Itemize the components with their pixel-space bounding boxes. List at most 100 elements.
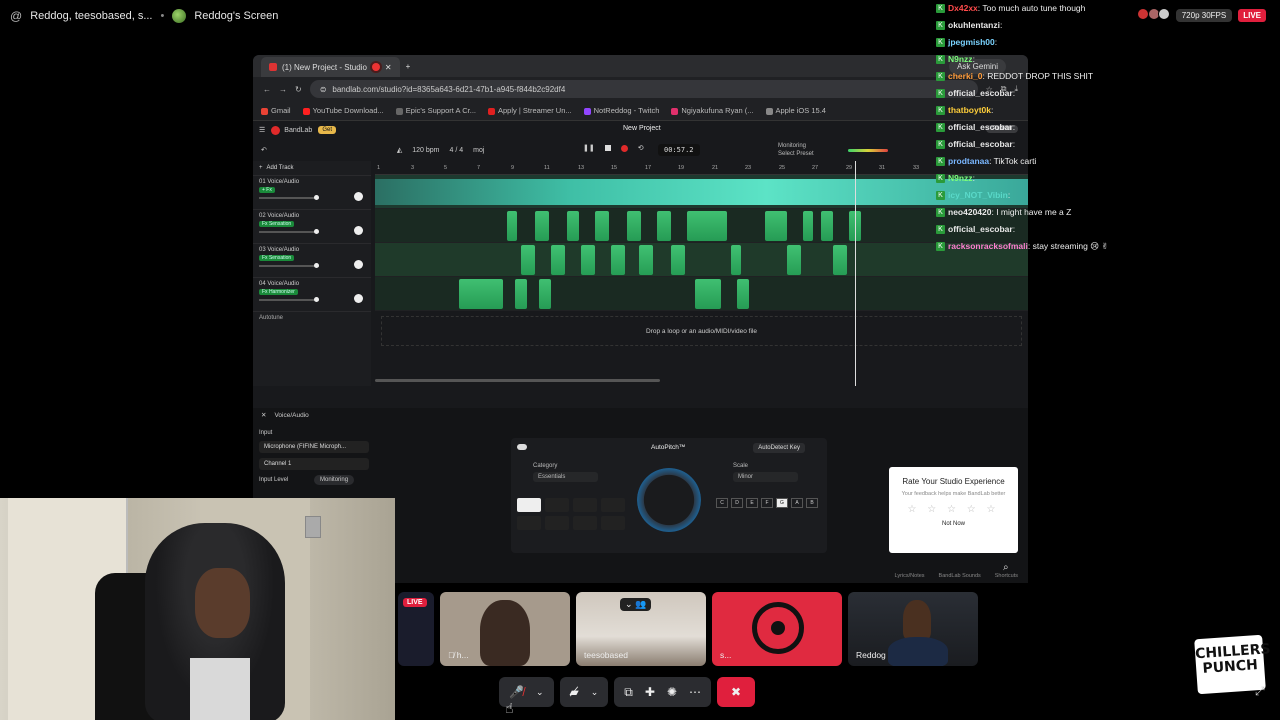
audio-clip[interactable]: [687, 211, 727, 241]
audio-clip[interactable]: [375, 179, 1028, 205]
preset-button[interactable]: [545, 498, 569, 512]
chevron-down-icon[interactable]: ⌄: [536, 687, 544, 698]
chat-username[interactable]: N9nzz: [948, 173, 973, 183]
loop-icon[interactable]: ⟲: [638, 144, 644, 152]
preset-button[interactable]: [601, 516, 625, 530]
chat-username[interactable]: jpegmish00: [948, 37, 995, 47]
bandlab-sounds-button[interactable]: BandLab Sounds: [939, 573, 981, 579]
monitoring-toggle[interactable]: Monitoring: [314, 475, 355, 485]
chat-username[interactable]: prodtanaa: [948, 156, 989, 166]
autodetect-key-button[interactable]: AutoDetect Key: [753, 443, 805, 453]
fx-chip[interactable]: + Fx: [259, 187, 275, 193]
shortcuts-button[interactable]: Shortcuts: [995, 573, 1018, 579]
site-info-icon[interactable]: ⊜: [320, 85, 327, 94]
call-name[interactable]: Reddog, teesobased, s...: [30, 10, 152, 22]
chat-username[interactable]: cherki_0: [948, 71, 983, 81]
participant-tile[interactable]: Reddog: [848, 592, 978, 666]
preset-button[interactable]: [601, 498, 625, 512]
zoom-icon[interactable]: ⌕: [1003, 562, 1009, 573]
volume-slider[interactable]: [259, 229, 319, 234]
address-field[interactable]: ⊜ bandlab.com/studio?id=8365a643-6d21-47…: [309, 80, 978, 98]
chat-username[interactable]: N9nzz: [948, 54, 973, 64]
audio-clip[interactable]: [737, 279, 749, 309]
chat-username[interactable]: neo420420: [948, 207, 991, 217]
key-field[interactable]: moj: [473, 147, 484, 154]
timeline-ruler[interactable]: 1 3 5 7 9 11 13 15 17 19 21 23 25 27 29 …: [375, 161, 1028, 175]
audio-clip[interactable]: [627, 211, 641, 241]
track-lane[interactable]: [375, 209, 1028, 243]
timeline[interactable]: 1 3 5 7 9 11 13 15 17 19 21 23 25 27 29 …: [375, 161, 1028, 386]
screen-share-icon[interactable]: ⧉: [624, 685, 633, 700]
preset-classic[interactable]: [517, 498, 541, 512]
fx-chip[interactable]: Fx Sensation: [259, 221, 295, 227]
preset-button[interactable]: [545, 516, 569, 530]
key-f[interactable]: F: [761, 498, 773, 508]
fx-chip[interactable]: Fx Harmonizer: [259, 289, 298, 295]
chat-username[interactable]: thatboyt0k: [948, 105, 991, 115]
bookmark-epic-support[interactable]: Epic's Support A Cr...: [395, 106, 476, 115]
close-tab-icon[interactable]: ✕: [385, 63, 392, 72]
audio-clip[interactable]: [581, 245, 595, 275]
volume-slider[interactable]: [259, 263, 319, 268]
chat-username[interactable]: official_escobar: [948, 88, 1013, 98]
master-level-meter[interactable]: [848, 149, 888, 152]
chat-username[interactable]: official_escobar: [948, 139, 1013, 149]
rating-stars[interactable]: ☆ ☆ ☆ ☆ ☆: [889, 504, 1018, 515]
pan-knob[interactable]: [354, 294, 363, 303]
reload-icon[interactable]: ↻: [295, 85, 302, 94]
audio-clip[interactable]: [611, 245, 625, 275]
track-header[interactable]: 04 Voice/Audio Fx Harmonizer: [253, 277, 371, 311]
track-lane[interactable]: [375, 175, 1028, 209]
monitoring-select[interactable]: Monitoring Select Preset: [778, 142, 814, 158]
audio-clip[interactable]: [507, 211, 517, 241]
key-a[interactable]: A: [791, 498, 803, 508]
participant-tile[interactable]: s...: [712, 592, 842, 666]
category-select[interactable]: Essentials: [533, 472, 598, 482]
activities-icon[interactable]: ✚: [645, 685, 655, 699]
flavor-dial[interactable]: [637, 468, 701, 532]
time-signature[interactable]: 4 / 4: [450, 147, 464, 154]
audio-clip[interactable]: [731, 245, 741, 275]
audio-clip[interactable]: [833, 245, 847, 275]
lyrics-notes-button[interactable]: Lyrics/Notes: [894, 573, 924, 579]
new-tab-button[interactable]: +: [406, 62, 411, 71]
preset-button[interactable]: [517, 516, 541, 530]
preset-button[interactable]: [573, 516, 597, 530]
audio-clip[interactable]: [803, 211, 813, 241]
chat-username[interactable]: racksonracksofmali: [948, 241, 1028, 251]
volume-slider[interactable]: [259, 195, 319, 200]
chat-username[interactable]: official_escobar: [948, 224, 1013, 234]
chat-username[interactable]: official_escobar: [948, 122, 1013, 132]
bookmark-apply-streamer[interactable]: Apply | Streamer Un...: [487, 106, 572, 115]
bpm-field[interactable]: 120 bpm: [412, 147, 439, 154]
participant-tile[interactable]: 🎙̸ h...: [440, 592, 570, 666]
audio-clip[interactable]: [551, 245, 565, 275]
bookmark-instagram[interactable]: Ngiyakufuna Ryan (...: [671, 106, 754, 115]
drop-zone[interactable]: Drop a loop or an audio/MIDI/video file: [381, 316, 1022, 346]
bookmark-youtube-download[interactable]: YouTube Download...: [302, 106, 384, 115]
chat-username[interactable]: Dx42xx: [948, 3, 978, 13]
undo-icon[interactable]: ↶: [261, 146, 267, 154]
channel-select[interactable]: Channel 1: [259, 458, 369, 470]
back-icon[interactable]: ←: [263, 85, 271, 94]
mic-off-icon[interactable]: 🎤̸: [509, 685, 524, 699]
playhead[interactable]: [855, 161, 856, 386]
audio-clip[interactable]: [657, 211, 671, 241]
audio-clip[interactable]: [535, 211, 549, 241]
audio-clip[interactable]: [595, 211, 609, 241]
pan-knob[interactable]: [354, 260, 363, 269]
menu-icon[interactable]: ☰: [259, 126, 265, 134]
get-button[interactable]: Get: [318, 126, 336, 134]
pan-knob[interactable]: [354, 192, 363, 201]
chevron-down-icon[interactable]: ⌄: [591, 687, 599, 698]
autopitch-power-toggle[interactable]: [517, 444, 527, 450]
fullscreen-icon[interactable]: ⤢: [1255, 684, 1265, 699]
not-now-button[interactable]: Not Now: [889, 521, 1018, 527]
pan-knob[interactable]: [354, 226, 363, 235]
participant-tile[interactable]: ⌄ 👥 teesobased: [576, 592, 706, 666]
resolution-badge[interactable]: 720p 30FPS: [1175, 8, 1233, 22]
track-lane[interactable]: [375, 243, 1028, 277]
record-icon[interactable]: [620, 144, 628, 152]
forward-icon[interactable]: →: [279, 85, 287, 94]
audio-clip[interactable]: [821, 211, 833, 241]
